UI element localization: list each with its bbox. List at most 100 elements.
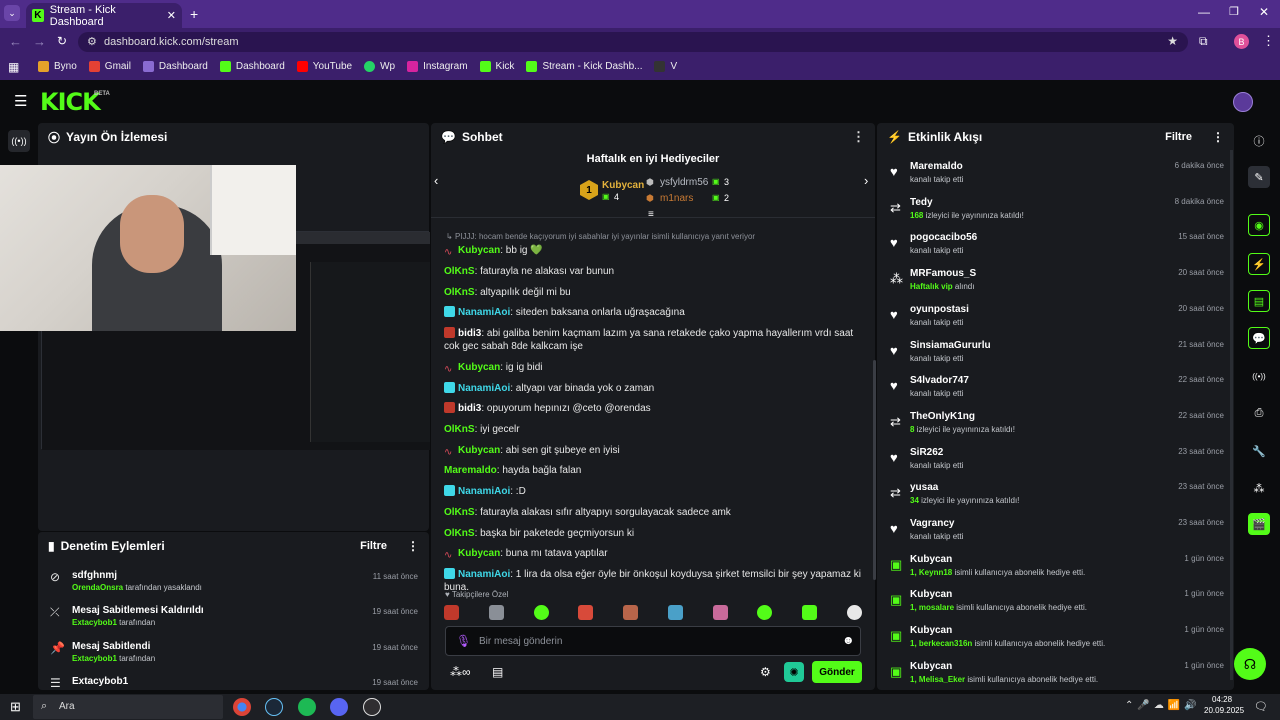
- chat-message[interactable]: NanamiAoi: altyapı var binada yok o zama…: [444, 382, 864, 395]
- camera-icon[interactable]: ◉: [1248, 214, 1270, 236]
- restore-button[interactable]: ❐: [1229, 5, 1239, 18]
- activity-event[interactable]: ♥ Maremaldo kanalı takip etti 6 dakika önce: [888, 161, 1224, 195]
- store-icon[interactable]: ▤: [492, 665, 503, 679]
- send-button[interactable]: Gönder: [812, 661, 862, 683]
- bookmark-stream-kick[interactable]: Stream - Kick Dashb...: [526, 61, 642, 72]
- event-username[interactable]: S4lvador747: [910, 375, 969, 386]
- chat-username[interactable]: OlKnS: [444, 507, 475, 518]
- steam-icon[interactable]: [265, 698, 283, 716]
- chat-username[interactable]: bidi3: [458, 328, 481, 339]
- clapper-icon[interactable]: 🎬: [1248, 513, 1270, 535]
- bot-icon[interactable]: ✺: [784, 662, 804, 682]
- chat-message[interactable]: OlKnS: faturayla ne alakası var bunun: [444, 265, 864, 278]
- emote[interactable]: [667, 605, 683, 620]
- activity-event[interactable]: ▣ Kubycan 1, berkecan316n isimli kullanıcı…: [888, 625, 1224, 659]
- emote[interactable]: [846, 605, 862, 620]
- profile-avatar[interactable]: B: [1234, 34, 1249, 49]
- bookmark-youtube[interactable]: YouTube: [296, 61, 352, 72]
- bookmark-dashboard-1[interactable]: Dashboard: [142, 61, 208, 72]
- chat-more-icon[interactable]: ⋮: [852, 129, 865, 145]
- chat-settings-icon[interactable]: ⚙: [760, 665, 771, 679]
- event-username[interactable]: SiR262: [910, 447, 943, 458]
- activity-event[interactable]: ▣ Kubycan 1, Keynn18 isimli kullanıcıya ab…: [888, 554, 1224, 588]
- top-gifter-2[interactable]: ⬢ ysfyldrm56 ▣ 3: [646, 177, 736, 191]
- site-info-icon[interactable]: ⚙: [87, 35, 97, 48]
- activity-event[interactable]: ♥ SiR262 kanalı takip etti 23 saat önce: [888, 447, 1224, 481]
- kick-logo[interactable]: KICK: [40, 88, 101, 116]
- chat-username[interactable]: Kubycan: [458, 445, 500, 456]
- chat-message[interactable]: NanamiAoi: :D: [444, 485, 864, 498]
- event-username[interactable]: pogocacibo56: [910, 232, 977, 243]
- chat-message[interactable]: OlKnS: faturayla alakası sıfır altyapıyı…: [444, 506, 864, 519]
- activity-event[interactable]: ▣ Kubycan 1, mosalare isimli kullanıcıya a…: [888, 589, 1224, 623]
- moderation-item[interactable]: ⤫ Mesaj Sabitlemesi Kaldırıldı Extacybob…: [48, 605, 420, 639]
- back-icon[interactable]: ←: [9, 34, 22, 49]
- info-icon[interactable]: ⓘ: [1248, 130, 1270, 152]
- close-tab-icon[interactable]: ✕: [167, 9, 176, 22]
- event-username[interactable]: Vagrancy: [910, 518, 954, 529]
- emote[interactable]: [712, 605, 728, 620]
- chat-username[interactable]: Kubycan: [458, 548, 500, 559]
- broadcast-toggle-icon[interactable]: ((•)): [8, 130, 30, 152]
- bookmark-v[interactable]: V: [654, 61, 677, 72]
- user-avatar[interactable]: [1233, 92, 1253, 112]
- lightning-rail-icon[interactable]: ⚡: [1248, 253, 1270, 275]
- activity-event[interactable]: ⇄ Tedy 168 izleyici ile yayınınıza katıldı…: [888, 197, 1224, 231]
- taskbar-search[interactable]: ⌕ Ara: [33, 695, 223, 719]
- activity-event[interactable]: ♥ oyunpostasi kanalı takip etti 20 saat önc…: [888, 304, 1224, 338]
- activity-event[interactable]: ♥ pogocacibo56 kanalı takip etti 15 saat ön…: [888, 232, 1224, 266]
- minimize-button[interactable]: —: [1198, 5, 1210, 19]
- tab-list-button[interactable]: ⌄: [4, 5, 20, 21]
- bookmark-kick[interactable]: Kick: [479, 61, 514, 72]
- chat-message[interactable]: ∿ Kubycan: ig ig bidi: [444, 361, 864, 375]
- chat-scrollbar[interactable]: [873, 360, 876, 580]
- wrench-icon[interactable]: 🔧: [1248, 440, 1270, 462]
- activity-event[interactable]: ♥ SinsiamaGururlu kanalı takip etti 21 saat…: [888, 340, 1224, 374]
- emoji-picker-icon[interactable]: ☻: [842, 633, 855, 647]
- moderation-item[interactable]: ⊘ sdfghnmj OrendaOnsra tarafından yasakl…: [48, 570, 420, 604]
- activity-event[interactable]: ⇄ yusaa 34 izleyici ile yayınınıza katıldı…: [888, 482, 1224, 516]
- reload-icon[interactable]: ↻: [57, 34, 67, 48]
- clipboard-icon[interactable]: ▤: [1248, 290, 1270, 312]
- close-window-button[interactable]: ✕: [1259, 5, 1269, 19]
- activity-event[interactable]: ⁂ MRFamous_S Haftalık vip alındı 20 saat ön…: [888, 268, 1224, 302]
- activity-event[interactable]: ▣ Kubycan 1, Melisa_Eker isimli kullanıcıy…: [888, 661, 1224, 695]
- event-username[interactable]: yusaa: [910, 482, 938, 493]
- activity-event[interactable]: ♥ S4lvador747 kanalı takip etti 22 saat önc…: [888, 375, 1224, 409]
- chat-username[interactable]: OlKnS: [444, 528, 475, 539]
- event-username[interactable]: Kubycan: [910, 625, 952, 636]
- emote[interactable]: [488, 605, 504, 620]
- windows-start-icon[interactable]: ⊞: [10, 699, 21, 715]
- event-username[interactable]: MRFamous_S: [910, 268, 976, 279]
- activity-scrollbar[interactable]: [1230, 150, 1233, 680]
- chat-username[interactable]: NanamiAoi: [458, 383, 510, 394]
- event-username[interactable]: TheOnlyK1ng: [910, 411, 975, 422]
- hamburger-menu-icon[interactable]: ☰: [14, 92, 27, 110]
- gifters-prev-icon[interactable]: ‹: [434, 173, 438, 188]
- top-gifter-3[interactable]: ⬢ m1nars ▣ 2: [646, 193, 736, 207]
- gifters-next-icon[interactable]: ›: [864, 173, 868, 188]
- chat-message[interactable]: Maremaldo: hayda bağla falan: [444, 464, 864, 477]
- moderation-item[interactable]: 📌 Mesaj Sabitlendi Extacybob1 tarafından…: [48, 641, 420, 675]
- extensions-icon[interactable]: ⧉: [1199, 34, 1208, 49]
- emote[interactable]: [802, 605, 818, 620]
- dots-icon[interactable]: ⁂: [1248, 477, 1270, 499]
- apps-grid-icon[interactable]: ▦: [8, 60, 19, 74]
- chat-message[interactable]: bidi3: abi galiba benim kaçmam lazım ya …: [444, 327, 864, 353]
- activity-more-icon[interactable]: ⋮: [1212, 130, 1224, 144]
- notification-icon[interactable]: 🗨: [1254, 700, 1268, 713]
- bookmark-instagram[interactable]: Instagram: [407, 61, 468, 72]
- event-username[interactable]: oyunpostasi: [910, 304, 969, 315]
- edit-icon[interactable]: ✎: [1248, 166, 1270, 188]
- moderation-item[interactable]: ☰ Extacybob1 19 saat önce: [48, 676, 420, 690]
- moderation-more-icon[interactable]: ⋮: [407, 539, 419, 553]
- chat-message[interactable]: OlKnS: başka bir paketede geçmiyorsun ki: [444, 527, 864, 540]
- forward-icon[interactable]: →: [33, 34, 46, 49]
- chat-username[interactable]: OlKnS: [444, 266, 475, 277]
- chat-input[interactable]: 🎙 Bir mesaj gönderin ☻: [445, 626, 861, 656]
- obs-icon[interactable]: [363, 698, 381, 716]
- moderation-filter-button[interactable]: Filtre: [360, 540, 387, 552]
- chat-username[interactable]: Maremaldo: [444, 465, 497, 476]
- activity-event[interactable]: ⇄ TheOnlyK1ng 8 izleyici ile yayınınıza ka…: [888, 411, 1224, 445]
- chat-message[interactable]: ∿ Kubycan: buna mı tatava yaptılar: [444, 547, 864, 561]
